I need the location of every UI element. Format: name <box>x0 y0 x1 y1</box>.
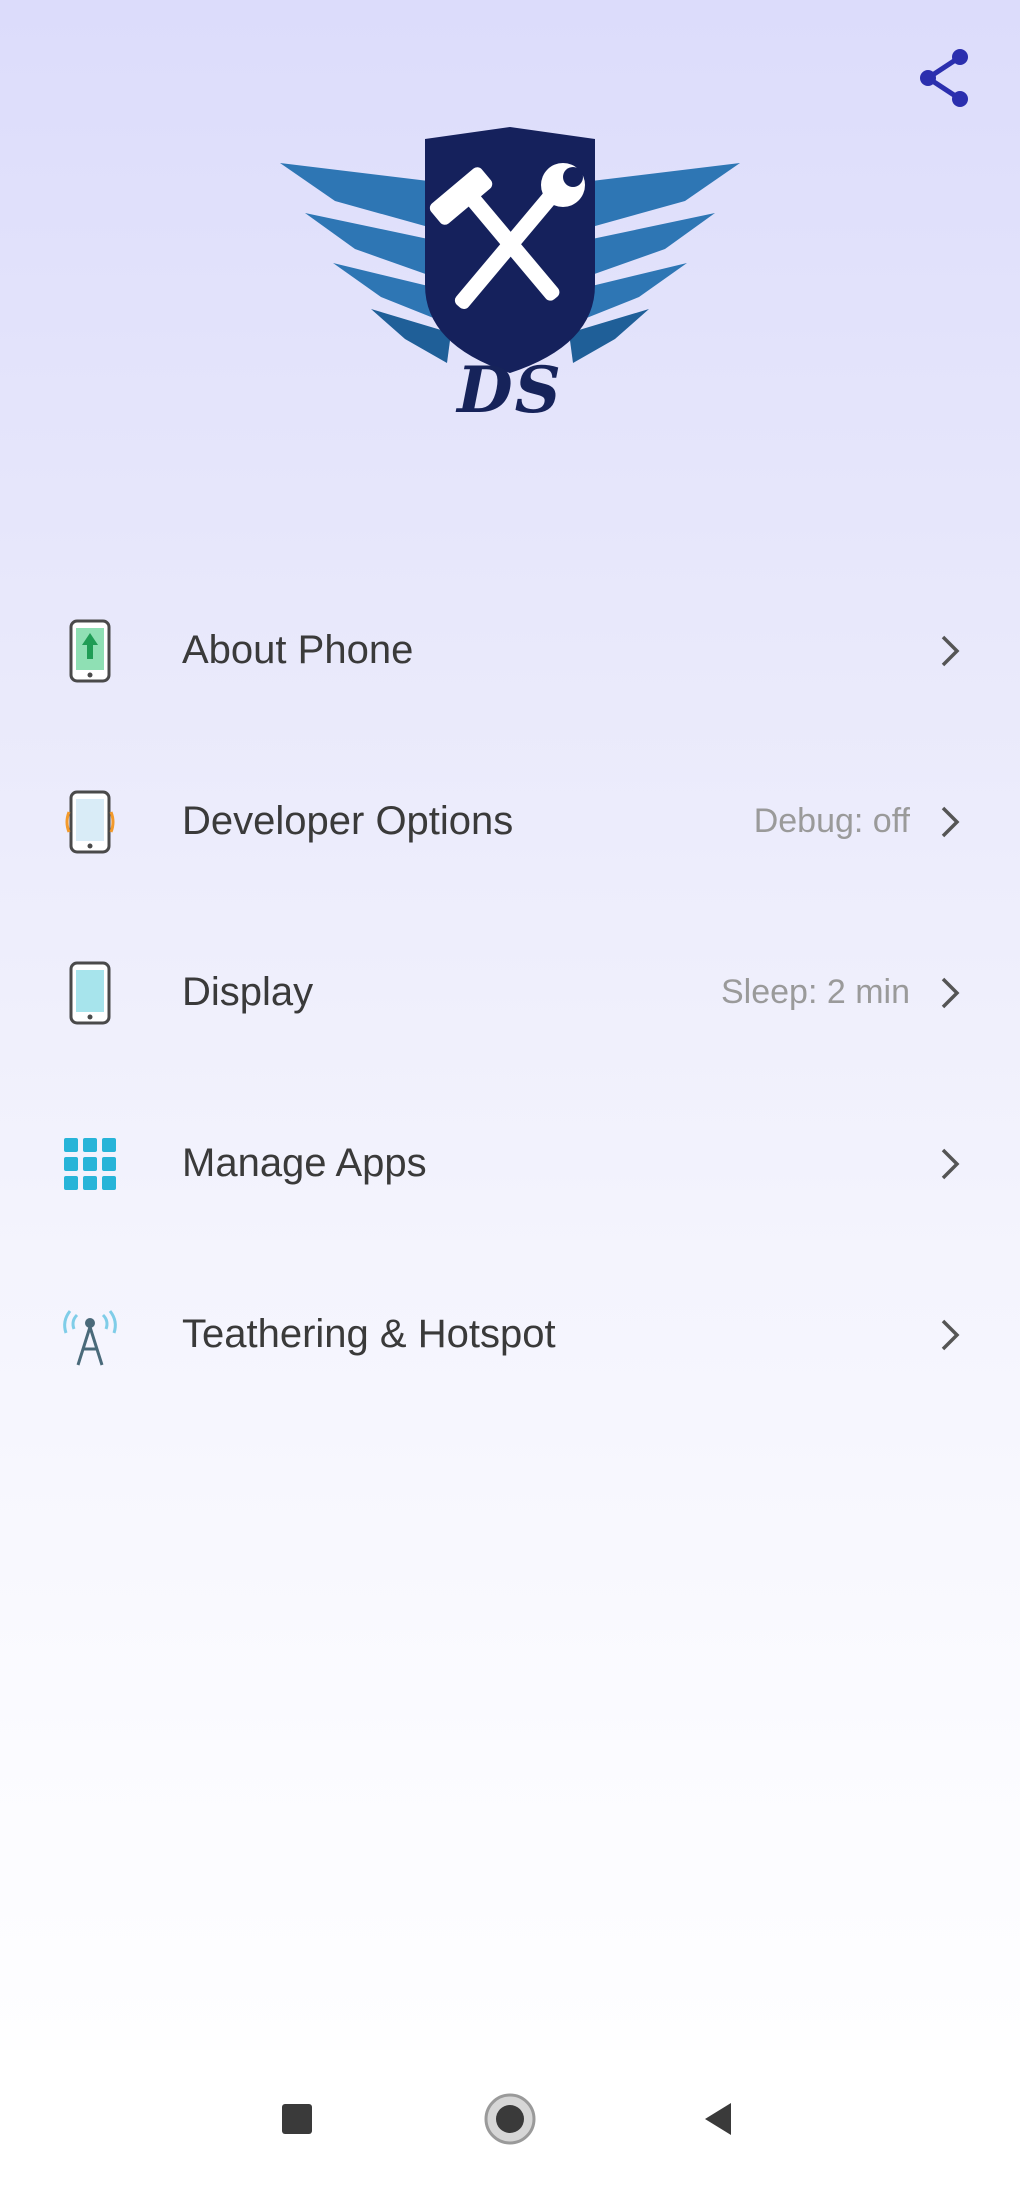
chevron-right-icon <box>930 631 970 671</box>
menu-label: Developer Options <box>182 799 514 843</box>
chevron-right-icon <box>930 1315 970 1355</box>
square-icon <box>282 2104 312 2134</box>
chevron-right-icon <box>930 1144 970 1184</box>
menu-label: Teathering & Hotspot <box>182 1312 556 1356</box>
menu-value: Debug: off <box>753 802 910 840</box>
menu-label: Display <box>182 970 314 1014</box>
triangle-back-icon <box>705 2103 731 2135</box>
home-button[interactable] <box>475 2084 545 2154</box>
menu-label: Manage Apps <box>182 1141 427 1185</box>
hotspot-tower-icon <box>56 1301 124 1369</box>
menu-value: Sleep: 2 min <box>721 973 910 1011</box>
phone-info-icon <box>56 617 124 685</box>
chevron-right-icon <box>930 802 970 842</box>
system-nav-bar <box>0 2050 1020 2188</box>
menu-item-tethering-hotspot[interactable]: Teathering & Hotspot <box>0 1249 1020 1420</box>
app-grid-icon <box>56 1130 124 1198</box>
menu-item-about-phone[interactable]: About Phone <box>0 565 1020 736</box>
menu-item-developer-options[interactable]: Developer Options Debug: off <box>0 736 1020 907</box>
settings-menu: About Phone Developer Options Debug: off <box>0 565 1020 1420</box>
logo-text: DS <box>457 353 563 428</box>
menu-label: About Phone <box>182 628 414 672</box>
circle-icon <box>484 2093 536 2145</box>
app-logo: DS <box>275 125 745 435</box>
menu-item-manage-apps[interactable]: Manage Apps <box>0 1078 1020 1249</box>
recents-button[interactable] <box>262 2084 332 2154</box>
menu-item-display[interactable]: Display Sleep: 2 min <box>0 907 1020 1078</box>
share-icon <box>920 49 968 107</box>
phone-developer-icon <box>56 788 124 856</box>
back-button[interactable] <box>683 2084 753 2154</box>
phone-display-icon <box>56 959 124 1027</box>
chevron-right-icon <box>930 973 970 1013</box>
share-button[interactable] <box>908 40 984 116</box>
